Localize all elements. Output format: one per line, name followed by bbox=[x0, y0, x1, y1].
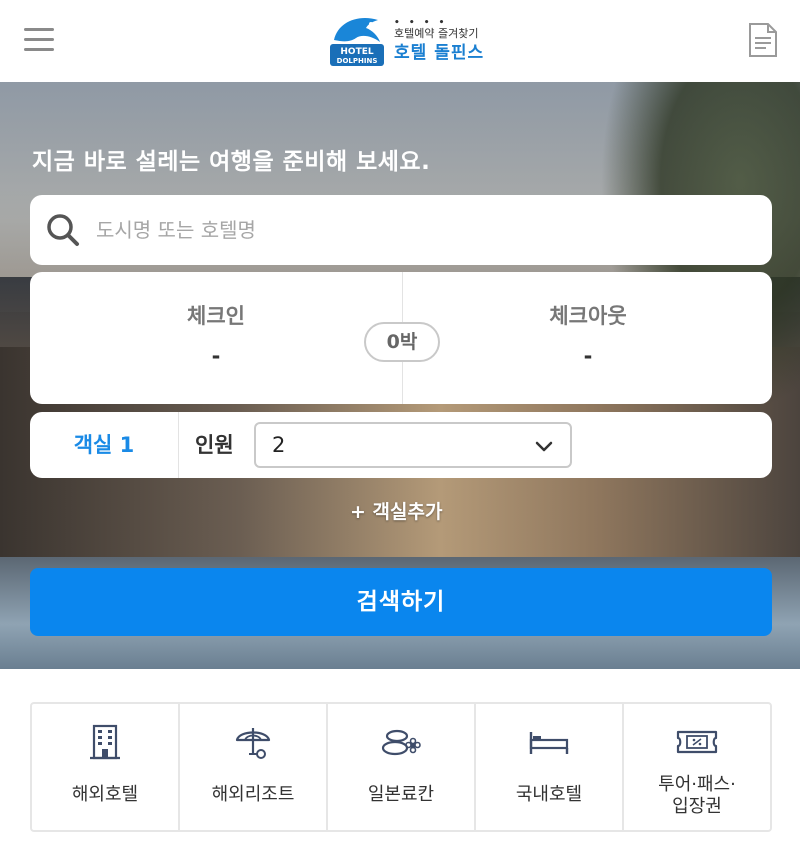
category-label: 국내호텔 bbox=[515, 784, 583, 805]
nights-badge: 0박 bbox=[364, 322, 440, 362]
ticket-icon bbox=[676, 730, 718, 754]
header: HOTEL DOLPHINS • • • • 호텔예약 즐겨찾기 호텔 돌핀스 bbox=[0, 0, 800, 82]
hamburger-menu-icon[interactable] bbox=[24, 28, 54, 52]
category-grid: 해외호텔 해외리조트 일본료칸 국내호텔 투어·패스· 입장권 bbox=[30, 702, 772, 832]
category-tour-pass[interactable]: 투어·패스· 입장권 bbox=[624, 704, 770, 830]
bed-icon bbox=[529, 732, 569, 754]
category-japan-ryokan[interactable]: 일본료칸 bbox=[328, 704, 476, 830]
hero-section: 지금 바로 설레는 여행을 준비해 보세요. 체크인 - 체크아웃 - 0박 객… bbox=[0, 82, 800, 669]
date-picker[interactable]: 체크인 - 체크아웃 - 0박 bbox=[30, 272, 772, 404]
category-overseas-hotel[interactable]: 해외호텔 bbox=[32, 704, 180, 830]
search-button[interactable]: 검색하기 bbox=[30, 568, 772, 636]
logo-text-top: HOTEL bbox=[340, 47, 373, 57]
category-label: 투어·패스· 입장권 bbox=[658, 774, 736, 817]
document-icon[interactable] bbox=[748, 22, 778, 58]
logo[interactable]: HOTEL DOLPHINS • • • • 호텔예약 즐겨찾기 호텔 돌핀스 bbox=[328, 10, 483, 70]
hero-title: 지금 바로 설레는 여행을 준비해 보세요. bbox=[32, 149, 431, 175]
search-input[interactable] bbox=[96, 207, 746, 253]
guest-count-select[interactable]: 2 bbox=[254, 422, 572, 468]
room-label[interactable]: 객실 1 bbox=[30, 412, 178, 478]
category-label: 해외리조트 bbox=[211, 784, 295, 805]
checkin-value: - bbox=[211, 344, 221, 368]
checkin-field[interactable]: 체크인 - bbox=[30, 300, 402, 368]
hotel-building-icon bbox=[90, 724, 120, 760]
checkout-label: 체크아웃 bbox=[549, 304, 627, 328]
search-icon bbox=[47, 214, 79, 246]
logo-name: 호텔 돌핀스 bbox=[394, 43, 485, 63]
category-overseas-resort[interactable]: 해외리조트 bbox=[180, 704, 328, 830]
beach-umbrella-icon bbox=[235, 728, 271, 759]
category-domestic-hotel[interactable]: 국내호텔 bbox=[476, 704, 624, 830]
search-box[interactable] bbox=[30, 195, 772, 265]
room-divider bbox=[178, 412, 179, 478]
dolphin-logo-icon: HOTEL DOLPHINS bbox=[330, 18, 384, 66]
chevron-down-icon bbox=[535, 441, 553, 452]
add-room-button[interactable]: + 객실추가 bbox=[350, 497, 442, 524]
guest-label: 인원 bbox=[195, 433, 234, 457]
checkout-field[interactable]: 체크아웃 - bbox=[402, 300, 774, 368]
guest-count-value: 2 bbox=[272, 433, 286, 457]
category-label: 해외호텔 bbox=[71, 784, 139, 805]
room-guest-row: 객실 1 인원 2 bbox=[30, 412, 772, 478]
checkin-label: 체크인 bbox=[187, 304, 245, 328]
checkout-value: - bbox=[583, 344, 593, 368]
onsen-stones-icon bbox=[381, 729, 421, 756]
logo-text-bottom: DOLPHINS bbox=[337, 57, 378, 65]
category-label: 일본료칸 bbox=[367, 784, 435, 805]
